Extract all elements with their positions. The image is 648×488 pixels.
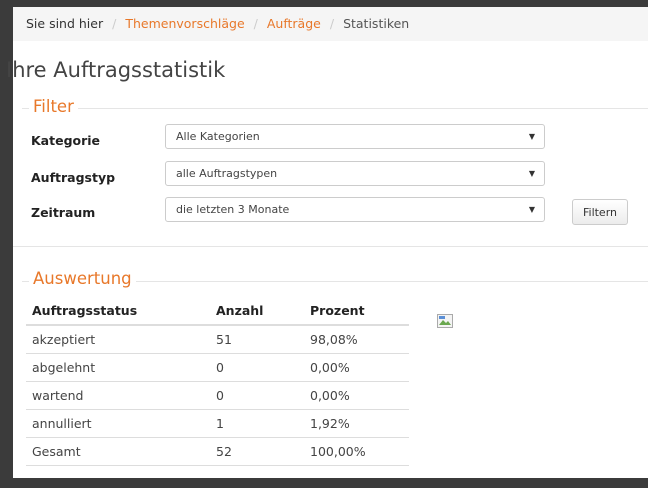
prozent-cell: 98,08% [304, 325, 409, 354]
prozent-cell: 0,00% [304, 353, 409, 382]
table-row: abgelehnt 0 0,00% [26, 353, 409, 382]
breadcrumb-prefix: Sie sind hier [26, 16, 104, 31]
breadcrumb-current: Statistiken [343, 16, 410, 31]
zeitraum-select[interactable]: die letzten 3 Monate ▼ [165, 197, 545, 222]
breadcrumb-separator: / [253, 16, 258, 31]
table-row: akzeptiert 51 98,08% [26, 325, 409, 354]
breadcrumb-separator: / [112, 16, 117, 31]
filter-fieldset-bottom-border [13, 246, 648, 247]
status-cell: wartend [26, 381, 210, 410]
kategorie-select[interactable]: Alle Kategorien ▼ [165, 124, 545, 149]
prozent-cell: 100,00% [304, 437, 409, 466]
status-cell: akzeptiert [26, 325, 210, 354]
column-header-anzahl: Anzahl [210, 297, 304, 326]
anzahl-cell: 0 [210, 353, 304, 382]
filter-button[interactable]: Filtern [572, 199, 628, 225]
kategorie-select-value: Alle Kategorien [176, 130, 260, 143]
chevron-down-icon: ▼ [528, 205, 535, 214]
breadcrumb-separator: / [329, 16, 335, 31]
chevron-down-icon: ▼ [528, 132, 535, 141]
table-row: wartend 0 0,00% [26, 381, 409, 410]
filter-fieldset-border [22, 108, 648, 109]
window-frame-top [0, 0, 648, 7]
window-frame-bottom [0, 478, 648, 488]
breadcrumb-link-themenvorschlaege[interactable]: Themenvorschläge [125, 16, 244, 31]
anzahl-cell: 0 [210, 381, 304, 410]
breadcrumb: Sie sind hier / Themenvorschläge / Aufträge /… [13, 7, 648, 41]
filter-legend: Filter [29, 97, 78, 116]
anzahl-cell: 52 [210, 437, 304, 466]
table-row: annulliert 1 1,92% [26, 409, 409, 438]
zeitraum-select-value: die letzten 3 Monate [176, 203, 290, 216]
auftragstyp-label: Auftragstyp [31, 170, 116, 185]
kategorie-label: Kategorie [31, 133, 101, 148]
prozent-cell: 0,00% [304, 381, 409, 410]
column-header-auftragsstatus: Auftragsstatus [26, 297, 210, 326]
anzahl-cell: 1 [210, 409, 304, 438]
auftragstyp-select-value: alle Auftragstypen [176, 167, 278, 180]
status-cell: Gesamt [26, 437, 210, 466]
table-row: Gesamt 52 100,00% [26, 437, 409, 466]
status-cell: abgelehnt [26, 353, 210, 382]
broken-image-icon [437, 314, 453, 328]
statistics-table: Auftragsstatus Anzahl Prozent akzeptiert… [26, 297, 409, 466]
page-title: Ihre Auftragsstatistik [6, 58, 226, 82]
chevron-down-icon: ▼ [528, 169, 535, 178]
zeitraum-label: Zeitraum [31, 205, 96, 220]
status-cell: annulliert [26, 409, 210, 438]
breadcrumb-link-auftraege[interactable]: Aufträge [267, 16, 321, 31]
table-header-row: Auftragsstatus Anzahl Prozent [26, 297, 409, 326]
anzahl-cell: 51 [210, 325, 304, 354]
auftragstyp-select[interactable]: alle Auftragstypen ▼ [165, 161, 545, 186]
auswertung-legend: Auswertung [29, 269, 136, 288]
column-header-prozent: Prozent [304, 297, 409, 326]
prozent-cell: 1,92% [304, 409, 409, 438]
